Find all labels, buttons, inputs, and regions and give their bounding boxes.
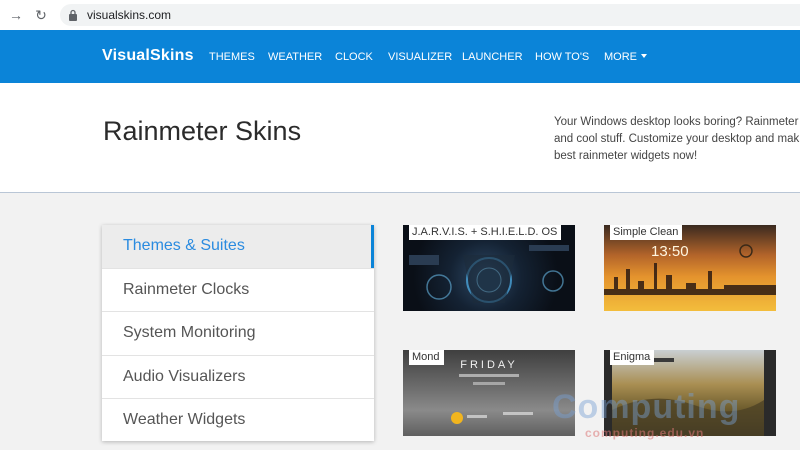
- thumb-clock-text: 13:50: [651, 243, 689, 260]
- nav-visualizer[interactable]: VISUALIZER: [388, 51, 452, 63]
- sidebar-item-label: Rainmeter Clocks: [123, 281, 250, 298]
- sidebar-item-rainmeter-clocks[interactable]: Rainmeter Clocks: [102, 268, 374, 311]
- card-title: Enigma: [610, 350, 655, 365]
- lock-icon: [69, 9, 77, 21]
- address-bar[interactable]: visualskins.com: [60, 4, 800, 26]
- sidebar-item-system-monitoring[interactable]: System Monitoring: [102, 311, 374, 354]
- watermark-logo: Computing: [552, 388, 741, 426]
- description-line: Your Windows desktop looks boring? Rainm…: [554, 116, 799, 128]
- chevron-down-icon: [641, 54, 647, 58]
- page-description: Your Windows desktop looks boring? Rainm…: [554, 114, 800, 165]
- nav-more-label: MORE: [604, 51, 637, 63]
- browser-toolbar: → ↻ visualskins.com: [0, 0, 800, 30]
- thumb-day-text: FRIDAY: [460, 359, 518, 371]
- nav-launcher[interactable]: LAUNCHER: [462, 51, 523, 63]
- nav-more[interactable]: MORE: [604, 51, 647, 63]
- sidebar-item-audio-visualizers[interactable]: Audio Visualizers: [102, 355, 374, 398]
- site-logo[interactable]: VisualSkins: [102, 47, 194, 65]
- description-line: best rainmeter widgets now!: [554, 150, 698, 162]
- skin-card-jarvis[interactable]: J.A.R.V.I.S. + S.H.I.E.L.D. OS: [403, 225, 575, 311]
- back-arrow-icon[interactable]: →: [7, 6, 25, 24]
- sidebar-item-label: System Monitoring: [123, 324, 256, 341]
- nav-weather[interactable]: WEATHER: [268, 51, 322, 63]
- watermark-subtext: computing.edu.vn: [585, 426, 705, 440]
- card-title: Mond: [409, 350, 444, 365]
- card-title: J.A.R.V.I.S. + S.H.I.E.L.D. OS: [409, 225, 562, 240]
- hero-section: Rainmeter Skins Your Windows desktop loo…: [0, 83, 800, 193]
- skin-card-simple-clean[interactable]: 13:50 Simple Clean: [604, 225, 776, 311]
- sidebar-item-themes-suites[interactable]: Themes & Suites: [102, 225, 374, 268]
- sidebar-item-label: Weather Widgets: [123, 411, 246, 428]
- nav-how-tos[interactable]: HOW TO'S: [535, 51, 589, 63]
- sidebar-item-label: Audio Visualizers: [123, 368, 246, 385]
- nav-clock[interactable]: CLOCK: [335, 51, 373, 63]
- reload-icon[interactable]: ↻: [32, 6, 50, 24]
- page-title: Rainmeter Skins: [103, 116, 302, 146]
- sidebar-item-weather-widgets[interactable]: Weather Widgets: [102, 398, 374, 441]
- card-title: Simple Clean: [610, 225, 683, 240]
- sidebar-item-label: Themes & Suites: [123, 237, 245, 254]
- category-sidebar: Themes & Suites Rainmeter Clocks System …: [102, 225, 374, 441]
- url-text: visualskins.com: [87, 8, 172, 22]
- description-line: and cool stuff. Customize your desktop a…: [554, 133, 800, 145]
- skin-card-mond[interactable]: FRIDAY Mond: [403, 350, 575, 436]
- site-header: VisualSkins THEMES WEATHER CLOCK VISUALI…: [0, 30, 800, 83]
- nav-themes[interactable]: THEMES: [209, 51, 255, 63]
